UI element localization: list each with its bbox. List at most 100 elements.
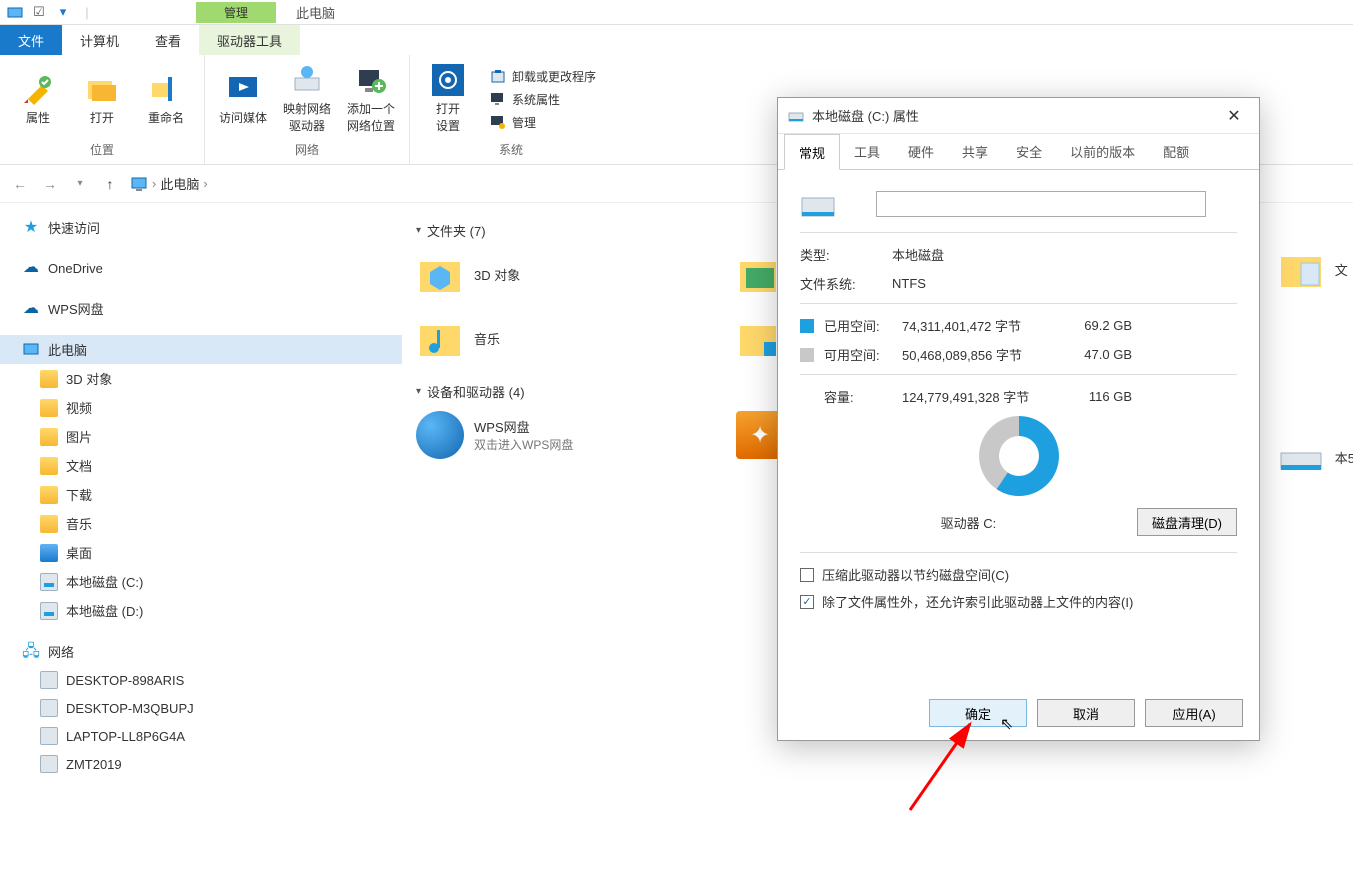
tab-view[interactable]: 查看: [137, 25, 199, 55]
qat-properties-icon[interactable]: ☑: [30, 3, 48, 21]
ribbon-map-drive-button[interactable]: 映射网络 驱动器: [277, 59, 337, 139]
tree-downloads[interactable]: 下载: [0, 480, 402, 509]
capacity-label: 容量:: [824, 387, 902, 406]
tab-file[interactable]: 文件: [0, 25, 62, 55]
ribbon-access-media-button[interactable]: 访问媒体: [213, 59, 273, 139]
tree-thispc[interactable]: 此电脑: [0, 335, 402, 364]
tab-hardware[interactable]: 硬件: [894, 134, 948, 169]
checkbox-checked[interactable]: ✓: [800, 595, 814, 609]
ribbon-manage-button[interactable]: 管理: [490, 114, 596, 131]
ribbon-uninstall-button[interactable]: 卸载或更改程序: [490, 68, 596, 85]
tree-documents[interactable]: 文档: [0, 451, 402, 480]
free-space-label: 可用空间:: [824, 345, 902, 364]
nav-forward-button[interactable]: →: [40, 176, 60, 192]
tree-music[interactable]: 音乐: [0, 509, 402, 538]
device-partial[interactable]: 本5: [1277, 433, 1353, 481]
pc-icon: [40, 727, 58, 745]
tab-drive-tools[interactable]: 驱动器工具: [199, 25, 300, 55]
dialog-titlebar[interactable]: 本地磁盘 (C:) 属性 ✕: [778, 98, 1259, 134]
folder-partial[interactable]: [736, 250, 776, 298]
chevron-down-icon: ▾: [416, 225, 421, 236]
tab-previous-versions[interactable]: 以前的版本: [1056, 134, 1149, 169]
free-space-bytes: 50,468,089,856 字节: [902, 345, 1062, 364]
folder-3d-icon: [416, 250, 464, 298]
nav-recent-dropdown[interactable]: ▾: [70, 178, 90, 189]
separator: [800, 303, 1237, 304]
tree-quick-access[interactable]: ★快速访问: [0, 213, 402, 242]
chevron-right-icon[interactable]: ›: [203, 176, 207, 191]
nav-back-button[interactable]: ←: [10, 176, 30, 192]
ribbon-group-label-location: 位置: [90, 139, 114, 160]
tab-tools[interactable]: 工具: [840, 134, 894, 169]
tree-network-pc[interactable]: LAPTOP-LL8P6G4A: [0, 722, 402, 750]
dialog-title: 本地磁盘 (C:) 属性: [812, 106, 1219, 125]
dialog-footer: 确定 取消 应用(A): [778, 686, 1259, 740]
close-button[interactable]: ✕: [1219, 106, 1249, 126]
tab-security[interactable]: 安全: [1002, 134, 1056, 169]
folder-music[interactable]: 音乐: [416, 314, 696, 362]
compress-checkbox-row[interactable]: 压缩此驱动器以节约磁盘空间(C): [800, 565, 1237, 584]
folder-icon: [736, 250, 776, 298]
ribbon-properties-button[interactable]: 属性: [8, 59, 68, 139]
ribbon-open-button[interactable]: 打开: [72, 59, 132, 139]
folder-icon: [40, 486, 58, 504]
tree-onedrive[interactable]: ☁OneDrive: [0, 254, 402, 282]
cancel-button[interactable]: 取消: [1037, 699, 1135, 727]
ribbon-open-settings-button[interactable]: 打开 设置: [418, 59, 478, 139]
used-space-label: 已用空间:: [824, 316, 902, 335]
index-label: 除了文件属性外，还允许索引此驱动器上文件的内容(I): [822, 592, 1133, 611]
tree-network-pc[interactable]: DESKTOP-898ARIS: [0, 666, 402, 694]
type-value: 本地磁盘: [892, 245, 1237, 264]
ribbon-system-properties-button[interactable]: 系统属性: [490, 91, 596, 108]
tab-computer[interactable]: 计算机: [62, 25, 137, 55]
tree-network[interactable]: 🖧网络: [0, 637, 402, 666]
disk-cleanup-button[interactable]: 磁盘清理(D): [1137, 508, 1237, 536]
nav-up-button[interactable]: ↑: [100, 176, 120, 192]
network-icon: 🖧: [22, 643, 40, 661]
folder-icon: [40, 544, 58, 562]
tree-network-pc[interactable]: ZMT2019: [0, 750, 402, 778]
type-label: 类型:: [800, 245, 892, 264]
tree-desktop[interactable]: 桌面: [0, 538, 402, 567]
separator: [800, 552, 1237, 553]
apply-button[interactable]: 应用(A): [1145, 699, 1243, 727]
chevron-right-icon[interactable]: ›: [152, 176, 156, 191]
qat-dropdown-icon[interactable]: ▾: [54, 3, 72, 21]
tab-sharing[interactable]: 共享: [948, 134, 1002, 169]
ribbon-group-location: 属性 打开 重命名 位置: [0, 55, 205, 164]
contextual-tab-label: 管理: [196, 2, 276, 23]
ribbon-tabs: 文件 计算机 查看 驱动器工具: [0, 25, 1353, 55]
ribbon-add-network-location-button[interactable]: 添加一个 网络位置: [341, 59, 401, 139]
tree-pictures[interactable]: 图片: [0, 422, 402, 451]
ribbon-group-network: 访问媒体 映射网络 驱动器 添加一个 网络位置 网络: [205, 55, 410, 164]
properties-dialog: 本地磁盘 (C:) 属性 ✕ 常规 工具 硬件 共享 安全 以前的版本 配额 类…: [777, 97, 1260, 741]
ok-button[interactable]: 确定: [929, 699, 1027, 727]
folder-3d-objects[interactable]: 3D 对象: [416, 250, 696, 298]
breadcrumb-thispc[interactable]: 此电脑: [160, 174, 199, 193]
device-wps[interactable]: WPS网盘双击进入WPS网盘: [416, 411, 696, 459]
tree-local-disk-d[interactable]: 本地磁盘 (D:): [0, 596, 402, 625]
pc-icon: [40, 699, 58, 717]
navigation-tree[interactable]: ★快速访问 ☁OneDrive ☁WPS网盘 此电脑 3D 对象 视频 图片 文…: [0, 203, 402, 875]
capacity-gb: 116 GB: [1062, 389, 1132, 404]
tree-3d-objects[interactable]: 3D 对象: [0, 364, 402, 393]
tree-videos[interactable]: 视频: [0, 393, 402, 422]
drive-icon: [788, 108, 804, 124]
tree-wps[interactable]: ☁WPS网盘: [0, 294, 402, 323]
used-space-bytes: 74,311,401,472 字节: [902, 316, 1062, 335]
thispc-icon: [130, 175, 148, 193]
tab-quota[interactable]: 配额: [1149, 134, 1203, 169]
cloud-icon: ☁: [22, 300, 40, 318]
edge-partial-items: 文 本5: [1277, 245, 1353, 481]
folder-partial[interactable]: [736, 314, 776, 362]
drive-label-input[interactable]: [876, 191, 1206, 217]
index-checkbox-row[interactable]: ✓ 除了文件属性外，还允许索引此驱动器上文件的内容(I): [800, 592, 1237, 611]
tab-general[interactable]: 常规: [784, 134, 840, 170]
drive-icon: [1277, 433, 1325, 481]
ribbon-rename-button[interactable]: 重命名: [136, 59, 196, 139]
tree-local-disk-c[interactable]: 本地磁盘 (C:): [0, 567, 402, 596]
checkbox-unchecked[interactable]: [800, 568, 814, 582]
folder-partial[interactable]: 文: [1277, 245, 1353, 293]
breadcrumb[interactable]: › 此电脑 ›: [130, 174, 208, 193]
tree-network-pc[interactable]: DESKTOP-M3QBUPJ: [0, 694, 402, 722]
